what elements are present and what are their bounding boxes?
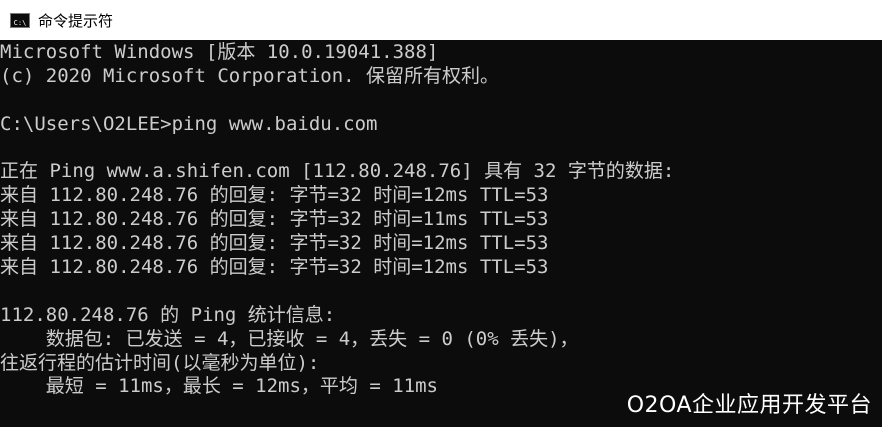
console-line: 来自 112.80.248.76 的回复: 字节=32 时间=12ms TTL=… [0,232,549,255]
console-line: C:\Users\O2LEE>ping www.baidu.com [0,112,378,135]
console-line: 来自 112.80.248.76 的回复: 字节=32 时间=12ms TTL=… [0,256,549,279]
console-line: 正在 Ping www.a.shifen.com [112.80.248.76]… [0,160,675,183]
console-line: 来自 112.80.248.76 的回复: 字节=32 时间=11ms TTL=… [0,208,549,231]
window-title: 命令提示符 [38,11,114,30]
console-line: (c) 2020 Microsoft Corporation. 保留所有权利。 [0,64,500,87]
command-prompt-window: C:\ 命令提示符 Microsoft Windows [版本 10.0.190… [0,0,882,427]
console-line: 数据包: 已发送 = 4，已接收 = 4，丢失 = 0 (0% 丢失)， [0,327,579,350]
title-bar[interactable]: C:\ 命令提示符 [0,0,882,40]
cmd-icon: C:\ [10,12,30,28]
console-line: 往返行程的估计时间(以毫秒为单位): [0,351,320,374]
cmd-icon-glyph: C:\ [13,18,27,27]
console-line: 来自 112.80.248.76 的回复: 字节=32 时间=12ms TTL=… [0,184,549,207]
console-line: Microsoft Windows [版本 10.0.19041.388] [0,41,439,63]
console-line: 112.80.248.76 的 Ping 统计信息: [0,303,336,326]
console-output[interactable]: Microsoft Windows [版本 10.0.19041.388] (c… [0,41,882,427]
watermark-text: O2OA企业应用开发平台 [626,393,872,418]
